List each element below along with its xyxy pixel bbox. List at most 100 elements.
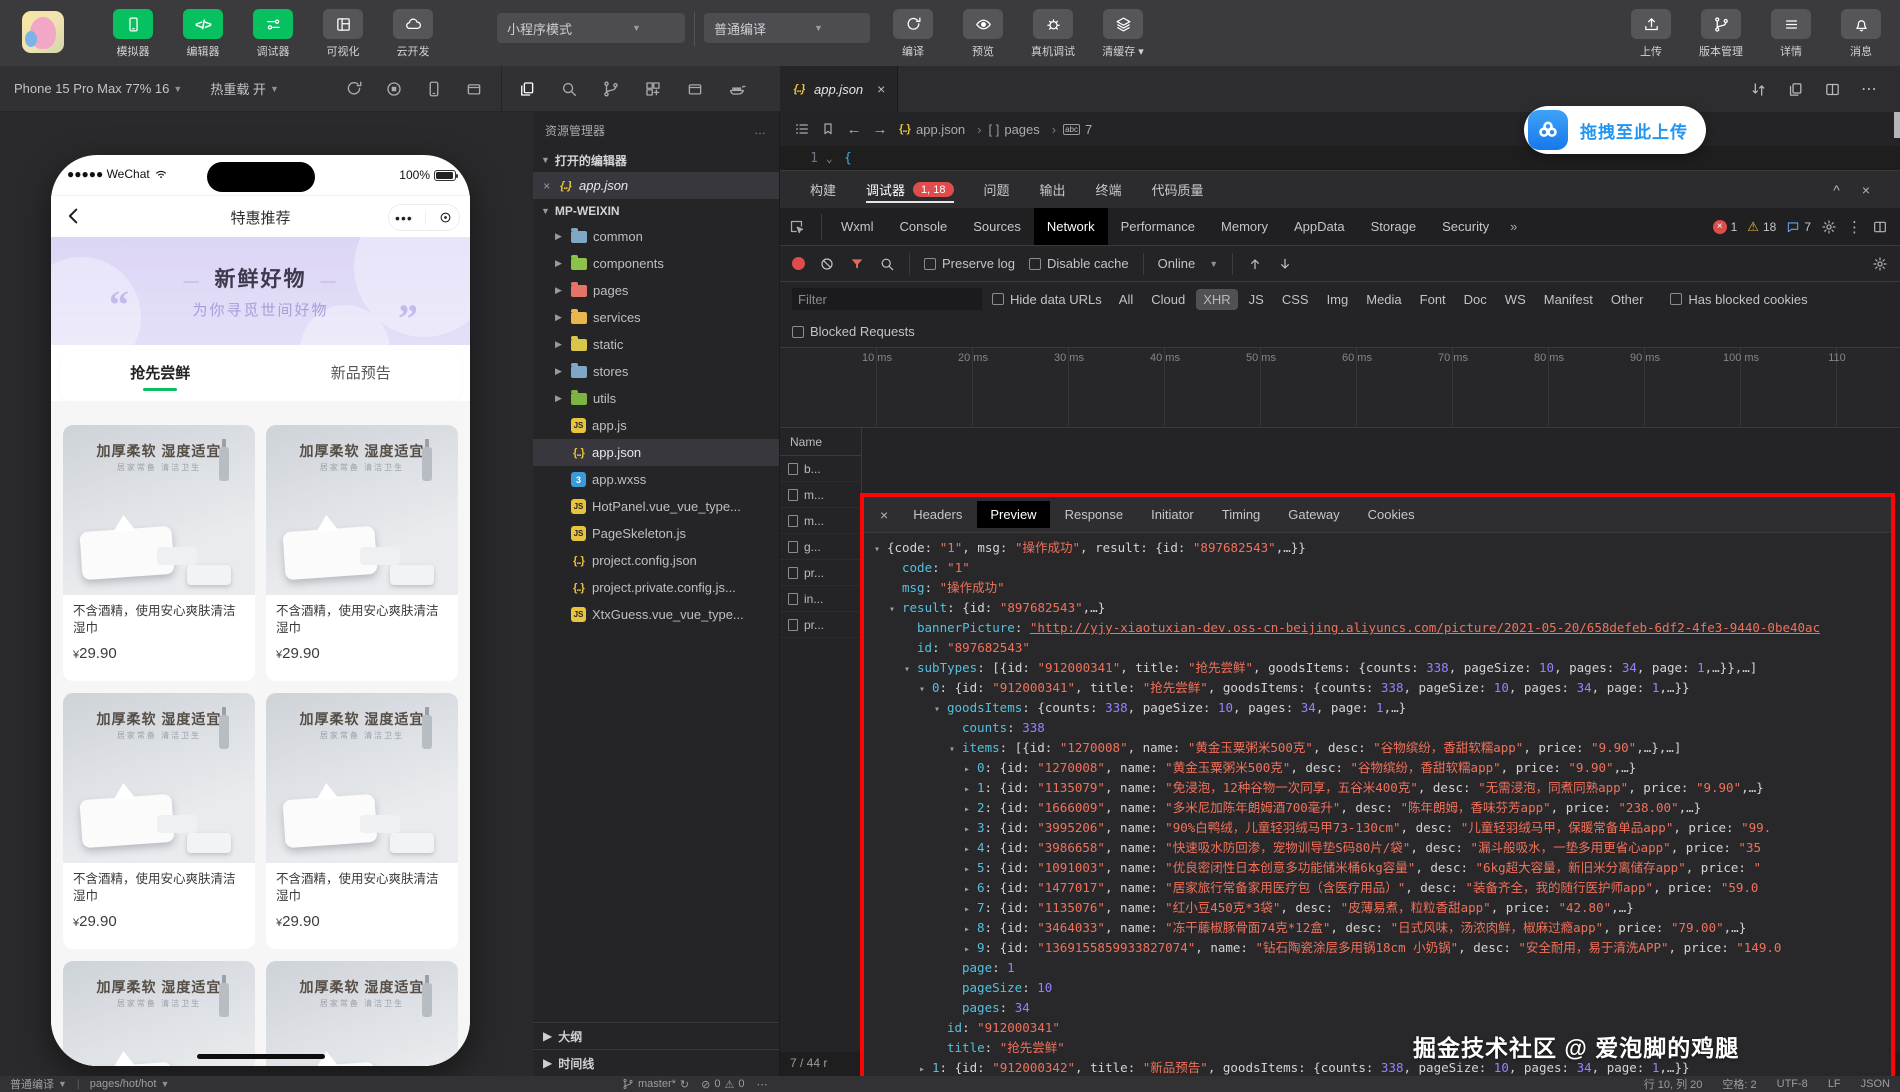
more-icon[interactable]: ⋯ [1861, 79, 1878, 99]
devtools-tab-wxml[interactable]: Wxml [828, 208, 887, 245]
file-app-wxss[interactable]: 3 app.wxss [533, 466, 779, 493]
breadcrumb-node[interactable]: pages [1004, 122, 1039, 137]
editor-scrollbar[interactable] [1894, 112, 1900, 138]
json-line[interactable]: pages: 34 [864, 998, 1891, 1018]
goods-tab-抢先尝鲜[interactable]: 抢先尝鲜 [60, 351, 261, 401]
git-branch-indicator[interactable]: master* ↻ [622, 1078, 689, 1091]
whale-icon[interactable] [728, 80, 746, 98]
devtools-tab-sources[interactable]: Sources [960, 208, 1034, 245]
devtools-tab-memory[interactable]: Memory [1208, 208, 1281, 245]
filter-pill-js[interactable]: JS [1242, 289, 1271, 310]
name-column-header[interactable]: Name [780, 428, 861, 456]
search-requests-icon[interactable] [879, 256, 895, 272]
bookmark-icon[interactable] [820, 121, 836, 137]
collapse-arrow-icon[interactable]: ▸ [964, 800, 977, 820]
section-时间线[interactable]: ▶ 时间线 [533, 1049, 779, 1076]
json-line[interactable]: pageSize: 10 [864, 978, 1891, 998]
panel-collapse-icon[interactable]: ^ [1833, 182, 1840, 198]
preview-tab-headers[interactable]: Headers [900, 501, 975, 528]
clear-cache-button[interactable]: 清缓存 ▾ [1094, 9, 1152, 59]
close-preview-icon[interactable]: × [870, 507, 898, 523]
debug-tab-输出[interactable]: 输出 [1040, 171, 1066, 208]
window-icon[interactable] [465, 80, 483, 98]
collapse-arrow-icon[interactable]: ▸ [964, 840, 977, 860]
folder-stores[interactable]: ▶ stores [533, 358, 779, 385]
capsule-menu[interactable]: ••• [388, 204, 460, 231]
debugger-button[interactable]: 调试器 [244, 9, 302, 59]
request-row[interactable]: pr... [780, 612, 861, 638]
json-line[interactable]: ▸ 4: {id: "3986658", name: "快速吸水防回渗，宠物训导垫… [864, 838, 1891, 858]
mode-select[interactable]: 小程序模式 ▼ [497, 13, 685, 43]
compile-button[interactable]: 编译 [884, 9, 942, 59]
json-line[interactable]: ▾ goodsItems: {counts: 338, pageSize: 10,… [864, 698, 1891, 718]
close-tab-icon[interactable]: × [877, 81, 885, 97]
preview-button[interactable]: 预览 [954, 9, 1012, 59]
explorer-more-button[interactable]: … [754, 123, 767, 137]
devtools-tab-console[interactable]: Console [887, 208, 961, 245]
statusbar-item[interactable]: 普通编译 ▼ [10, 1076, 67, 1092]
import-har-icon[interactable] [1247, 256, 1263, 272]
preview-tab-timing[interactable]: Timing [1209, 501, 1274, 528]
json-line[interactable]: ▾ items: [{id: "1270008", name: "黄金玉粟粥米50… [864, 738, 1891, 758]
json-line[interactable]: ▾ 0: {id: "912000341", title: "抢先尝鲜", goo… [864, 678, 1891, 698]
search-icon[interactable] [560, 80, 578, 98]
close-icon[interactable]: × [543, 179, 550, 193]
problems-indicator[interactable]: ⊘ 0 ⚠ 0 [701, 1078, 744, 1091]
clear-requests-icon[interactable] [819, 256, 835, 272]
product-card[interactable]: 加厚柔软 湿度适宜居家常备 清洁卫生不含酒精，使用安心爽肤清洁湿巾 ¥29.90 [266, 693, 458, 949]
request-row[interactable]: in... [780, 586, 861, 612]
project-root-section[interactable]: ▼ MP-WEIXIN [533, 199, 779, 223]
tab-app-json[interactable]: {..} app.json × [780, 66, 899, 112]
folder-static[interactable]: ▶ static [533, 331, 779, 358]
devtools-tab-network[interactable]: Network [1033, 208, 1108, 245]
preview-tab-cookies[interactable]: Cookies [1355, 501, 1428, 528]
copy-icon[interactable] [1787, 81, 1804, 98]
json-line[interactable]: ▸ 9: {id: "1369155859933827074", name: "钻… [864, 938, 1891, 958]
folder-services[interactable]: ▶ services [533, 304, 779, 331]
collapse-arrow-icon[interactable]: ▸ [964, 860, 977, 880]
remote-debug-button[interactable]: 真机调试 [1024, 9, 1082, 59]
window-icon[interactable] [686, 80, 704, 98]
simulator-button[interactable]: 模拟器 [104, 9, 162, 59]
throttling-select[interactable]: Online ▼ [1158, 256, 1219, 271]
statusbar-info[interactable]: LF [1828, 1078, 1841, 1090]
file-project-private-config-js-[interactable]: {..} project.private.config.js... [533, 574, 779, 601]
close-target-icon[interactable] [438, 210, 453, 225]
filter-pill-xhr[interactable]: XHR [1196, 288, 1238, 310]
product-card[interactable]: 加厚柔软 湿度适宜居家常备 清洁卫生不含酒精，使用安心爽肤清洁湿巾 ¥29.90 [63, 693, 255, 949]
filter-pill-css[interactable]: CSS [1275, 289, 1316, 310]
json-line[interactable]: ▸ 1: {id: "1135079", name: "免浸泡，12种谷物一次同享… [864, 778, 1891, 798]
collapse-arrow-icon[interactable]: ▸ [964, 940, 977, 960]
details-button[interactable]: 详情 [1762, 9, 1820, 59]
branch-icon[interactable] [602, 80, 620, 98]
cloud-dev-button[interactable]: 云开发 [384, 9, 442, 59]
dock-side-icon[interactable] [1872, 219, 1888, 235]
folder-pages[interactable]: ▶ pages [533, 277, 779, 304]
blocks-icon[interactable] [644, 80, 662, 98]
breadcrumb-file[interactable]: {..} app.json [898, 122, 965, 137]
device-select[interactable]: Phone 15 Pro Max 77% 16 ▼ [14, 81, 182, 96]
product-card[interactable]: 加厚柔软 湿度适宜居家常备 清洁卫生不含酒精，使用安心爽肤清洁湿巾 ¥29.90 [63, 425, 255, 681]
status-more-icon[interactable]: ⋯ [756, 1078, 767, 1091]
filter-pill-img[interactable]: Img [1320, 289, 1356, 310]
filter-pill-manifest[interactable]: Manifest [1537, 289, 1600, 310]
error-badge[interactable]: × 1 [1712, 219, 1737, 234]
statusbar-info[interactable]: JSON [1861, 1078, 1890, 1090]
debug-tab-问题[interactable]: 问题 [984, 171, 1010, 208]
collapse-arrow-icon[interactable]: ▸ [964, 820, 977, 840]
statusbar-item[interactable]: pages/hot/hot ▼ [90, 1078, 170, 1090]
expand-arrow-icon[interactable]: ▾ [904, 660, 917, 680]
request-row[interactable]: pr... [780, 560, 861, 586]
request-row[interactable]: m... [780, 508, 861, 534]
file-project-config-json[interactable]: {..} project.config.json [533, 547, 779, 574]
expand-arrow-icon[interactable]: ▾ [874, 540, 887, 560]
phone-icon[interactable] [425, 80, 443, 98]
editor-button[interactable]: </> 编辑器 [174, 9, 232, 59]
panel-close-icon[interactable]: × [1862, 182, 1870, 198]
filter-funnel-icon[interactable] [849, 256, 865, 272]
statusbar-info[interactable]: UTF-8 [1777, 1078, 1808, 1090]
expand-arrow-icon[interactable]: ▾ [889, 600, 902, 620]
goods-tab-新品预告[interactable]: 新品预告 [261, 351, 462, 401]
json-line[interactable]: bannerPicture: "http://yjy-xiaotuxian-de… [864, 618, 1891, 638]
preview-tab-initiator[interactable]: Initiator [1138, 501, 1207, 528]
